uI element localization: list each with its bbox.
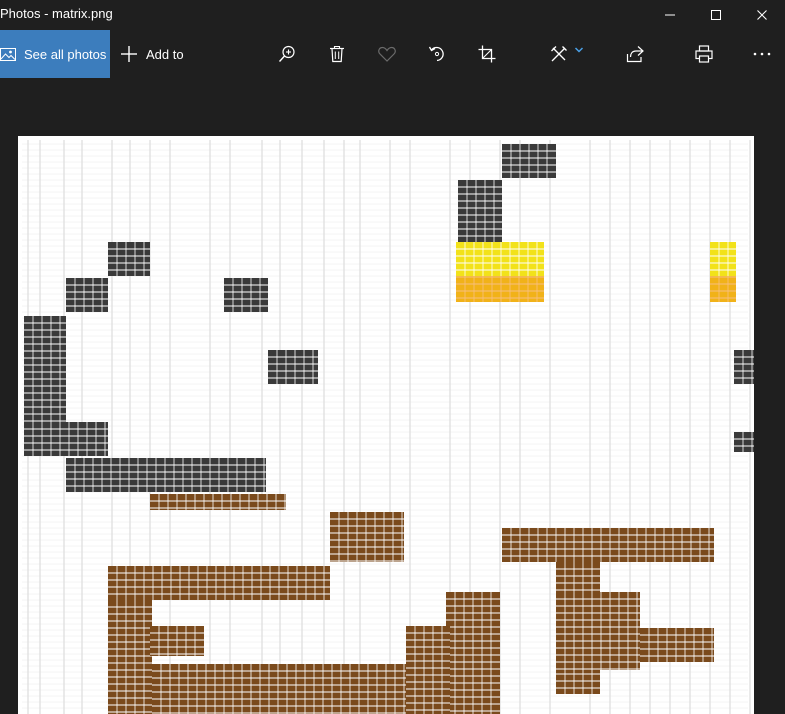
crop-button[interactable] <box>469 30 505 78</box>
plus-icon <box>121 46 137 62</box>
add-to-button[interactable]: Add to <box>120 30 184 78</box>
maximize-button[interactable] <box>693 0 739 30</box>
share-button[interactable] <box>617 30 653 78</box>
delete-button[interactable] <box>319 30 355 78</box>
photos-icon <box>0 48 16 61</box>
chevron-down-icon <box>574 47 584 53</box>
edit-create-button[interactable] <box>542 30 592 78</box>
zoom-button[interactable] <box>269 30 305 78</box>
close-icon <box>757 10 767 20</box>
more-icon <box>753 52 771 56</box>
crop-icon <box>478 45 496 63</box>
edit-create-icon <box>551 46 567 62</box>
photo-image[interactable] <box>18 136 754 714</box>
minimize-icon <box>665 14 675 16</box>
print-icon <box>695 45 713 63</box>
see-all-photos-label: See all photos <box>24 46 107 62</box>
add-to-label: Add to <box>146 46 184 62</box>
rotate-icon <box>428 46 444 62</box>
window-title: Photos - matrix.png <box>0 6 113 21</box>
trash-icon <box>330 45 344 63</box>
matrix-image-art <box>22 140 754 714</box>
close-button[interactable] <box>739 0 785 30</box>
title-bar: Photos - matrix.png <box>0 0 785 30</box>
favorite-button[interactable] <box>369 30 405 78</box>
zoom-in-icon <box>278 45 295 62</box>
rotate-button[interactable] <box>419 30 455 78</box>
maximize-icon <box>711 10 721 20</box>
minimize-button[interactable] <box>647 0 693 30</box>
share-icon <box>626 46 644 63</box>
print-button[interactable] <box>686 30 722 78</box>
heart-icon <box>378 46 396 62</box>
toolbar: See all photos Add to <box>0 30 785 78</box>
see-all-photos-button[interactable]: See all photos <box>0 30 110 78</box>
more-button[interactable] <box>744 30 780 78</box>
